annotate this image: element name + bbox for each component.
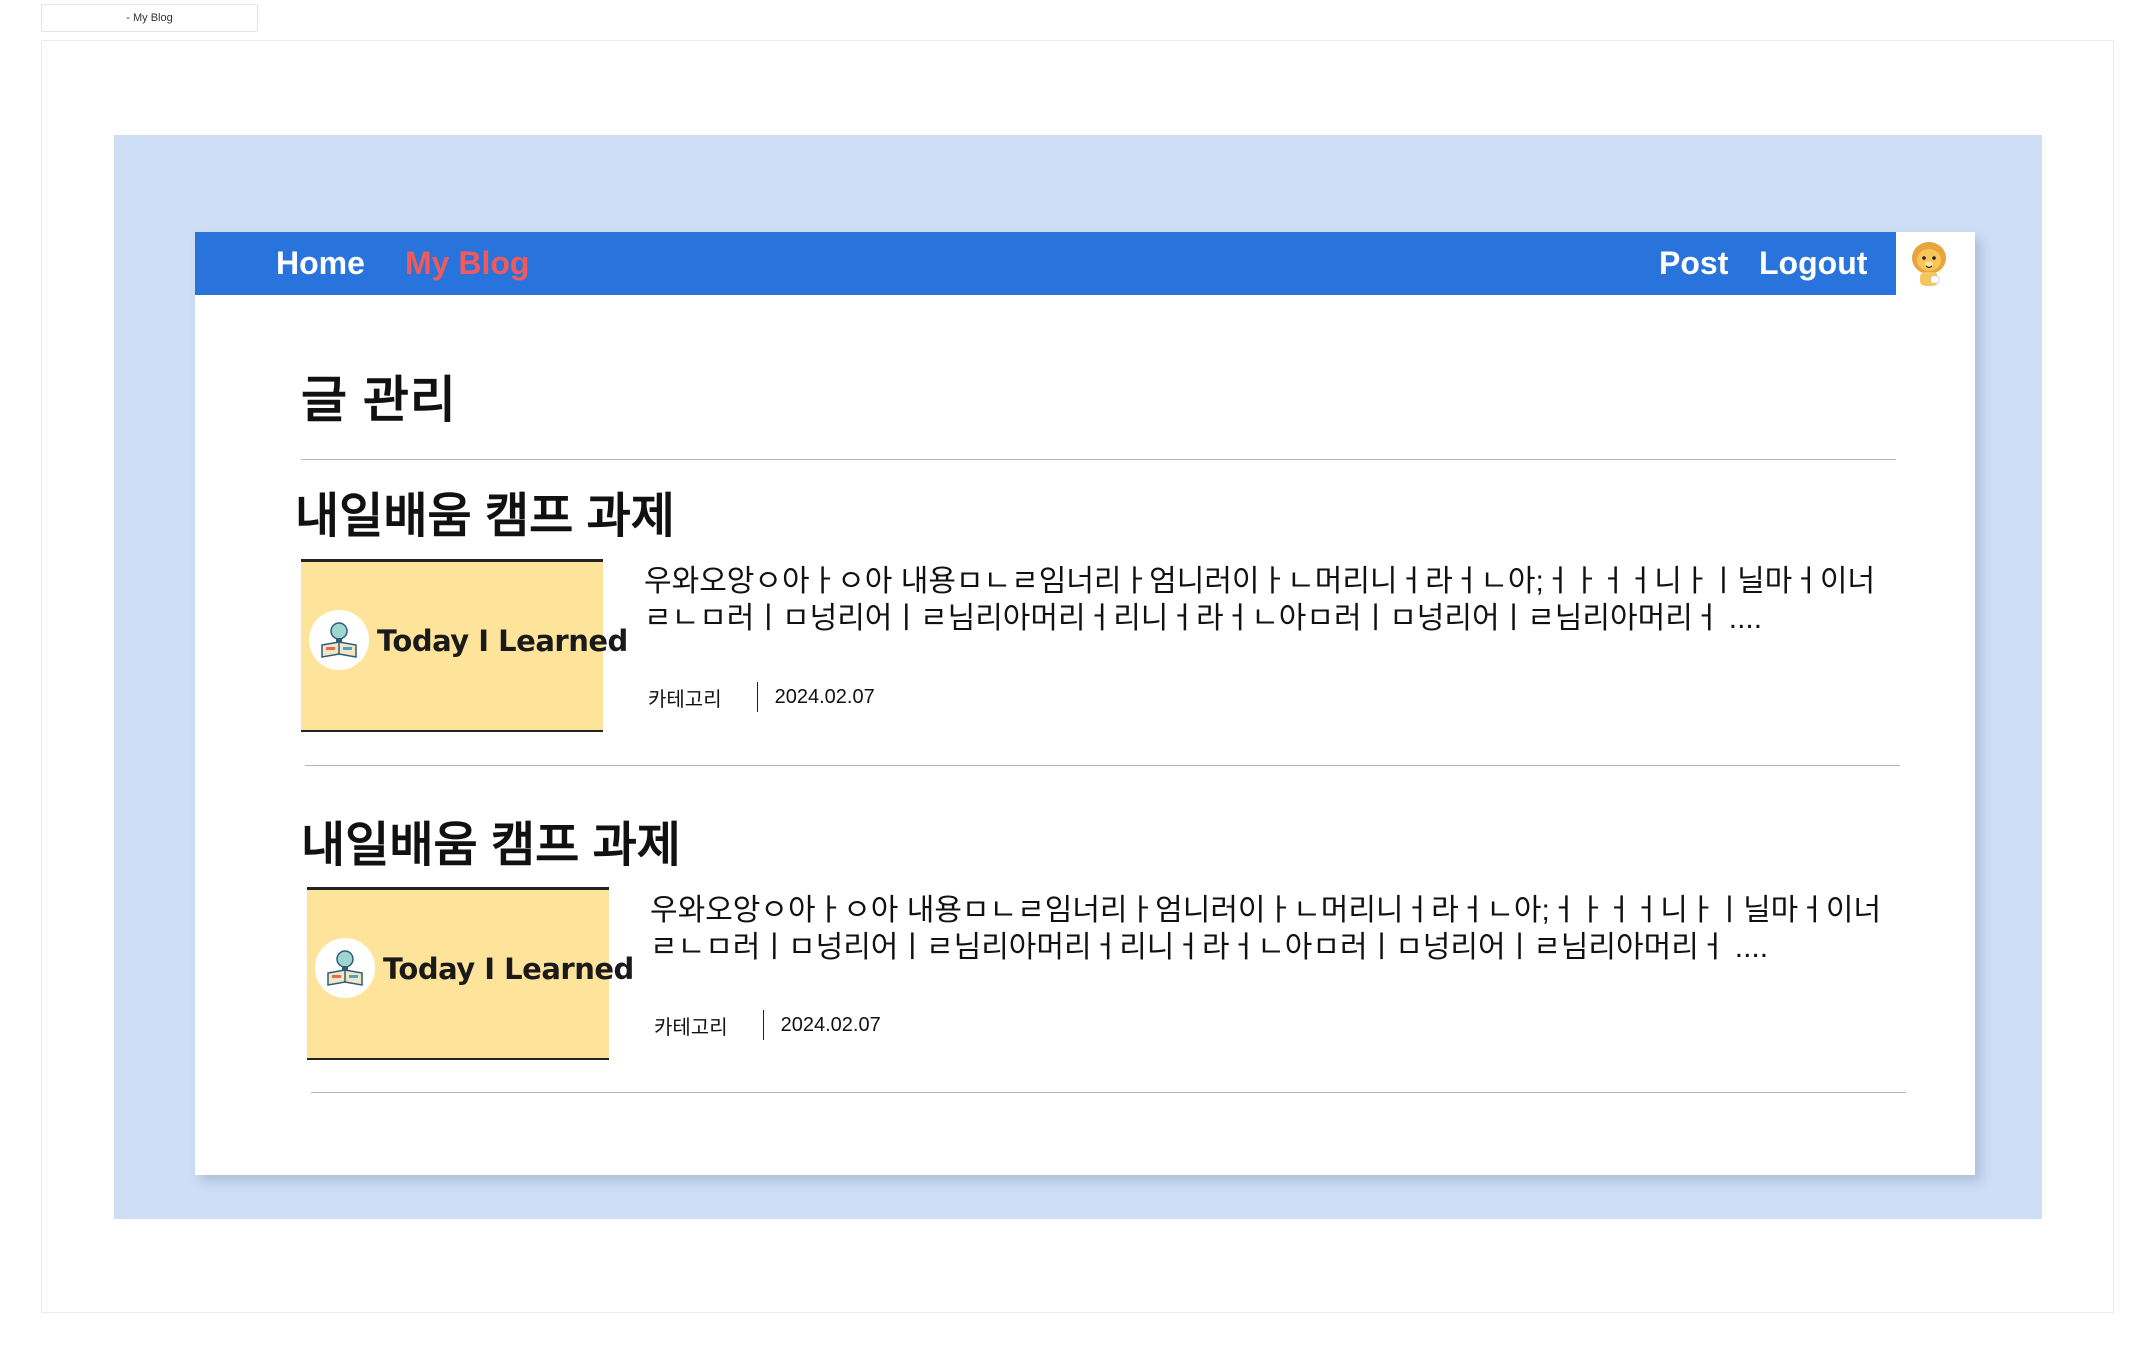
post-thumbnail[interactable]: Today I Learned bbox=[307, 887, 634, 1060]
user-avatar[interactable] bbox=[1902, 236, 1956, 290]
meta-separator bbox=[756, 682, 758, 712]
nav-home-link[interactable]: Home bbox=[276, 242, 365, 284]
post-thumbnail[interactable]: Today I Learned bbox=[301, 559, 628, 732]
content-card: Home My Blog Post Logout 글 관리 내일배움 캠프 과제 bbox=[195, 232, 1975, 1175]
lion-avatar-icon bbox=[1912, 242, 1946, 286]
nav-my-blog-link[interactable]: My Blog bbox=[405, 242, 529, 284]
post-meta: 카테고리 2024.02.07 bbox=[648, 682, 875, 712]
nav-post-link[interactable]: Post bbox=[1659, 242, 1728, 284]
page-title: 글 관리 bbox=[301, 372, 457, 428]
post-divider bbox=[305, 765, 1900, 766]
top-navbar: Home My Blog Post Logout bbox=[195, 232, 1896, 295]
nav-logout-link[interactable]: Logout bbox=[1759, 242, 1867, 284]
book-lightbulb-icon bbox=[327, 950, 363, 986]
post-date: 2024.02.07 bbox=[780, 1013, 881, 1036]
book-lightbulb-icon bbox=[321, 622, 357, 658]
title-divider bbox=[301, 459, 1896, 460]
post-meta: 카테고리 2024.02.07 bbox=[654, 1010, 881, 1040]
post-excerpt: 우와오앙ㅇ아ㅏㅇ아 내용ㅁㄴㄹ임너리ㅏ엄니러이ㅏㄴ머리니ㅓ라ㅓㄴ아;ㅓㅏㅓㅓ니ㅏ… bbox=[644, 565, 1876, 635]
thumbnail-logo bbox=[309, 610, 369, 670]
thumbnail-text: Today I Learned bbox=[383, 952, 634, 986]
thumbnail-logo bbox=[315, 938, 375, 998]
window-tab-title: - My Blog bbox=[126, 12, 173, 24]
post-divider bbox=[311, 1092, 1906, 1093]
post-date: 2024.02.07 bbox=[774, 685, 875, 708]
post-title[interactable]: 내일배움 캠프 과제 bbox=[301, 805, 681, 875]
window-tab[interactable]: - My Blog bbox=[41, 4, 258, 32]
post-excerpt: 우와오앙ㅇ아ㅏㅇ아 내용ㅁㄴㄹ임너리ㅏ엄니러이ㅏㄴ머리니ㅓ라ㅓㄴ아;ㅓㅏㅓㅓ니ㅏ… bbox=[650, 894, 1882, 964]
post-category[interactable]: 카테고리 bbox=[648, 683, 722, 712]
post-title[interactable]: 내일배움 캠프 과제 bbox=[295, 476, 675, 546]
post-category[interactable]: 카테고리 bbox=[654, 1011, 728, 1040]
thumbnail-text: Today I Learned bbox=[377, 624, 628, 658]
meta-separator bbox=[762, 1010, 764, 1040]
